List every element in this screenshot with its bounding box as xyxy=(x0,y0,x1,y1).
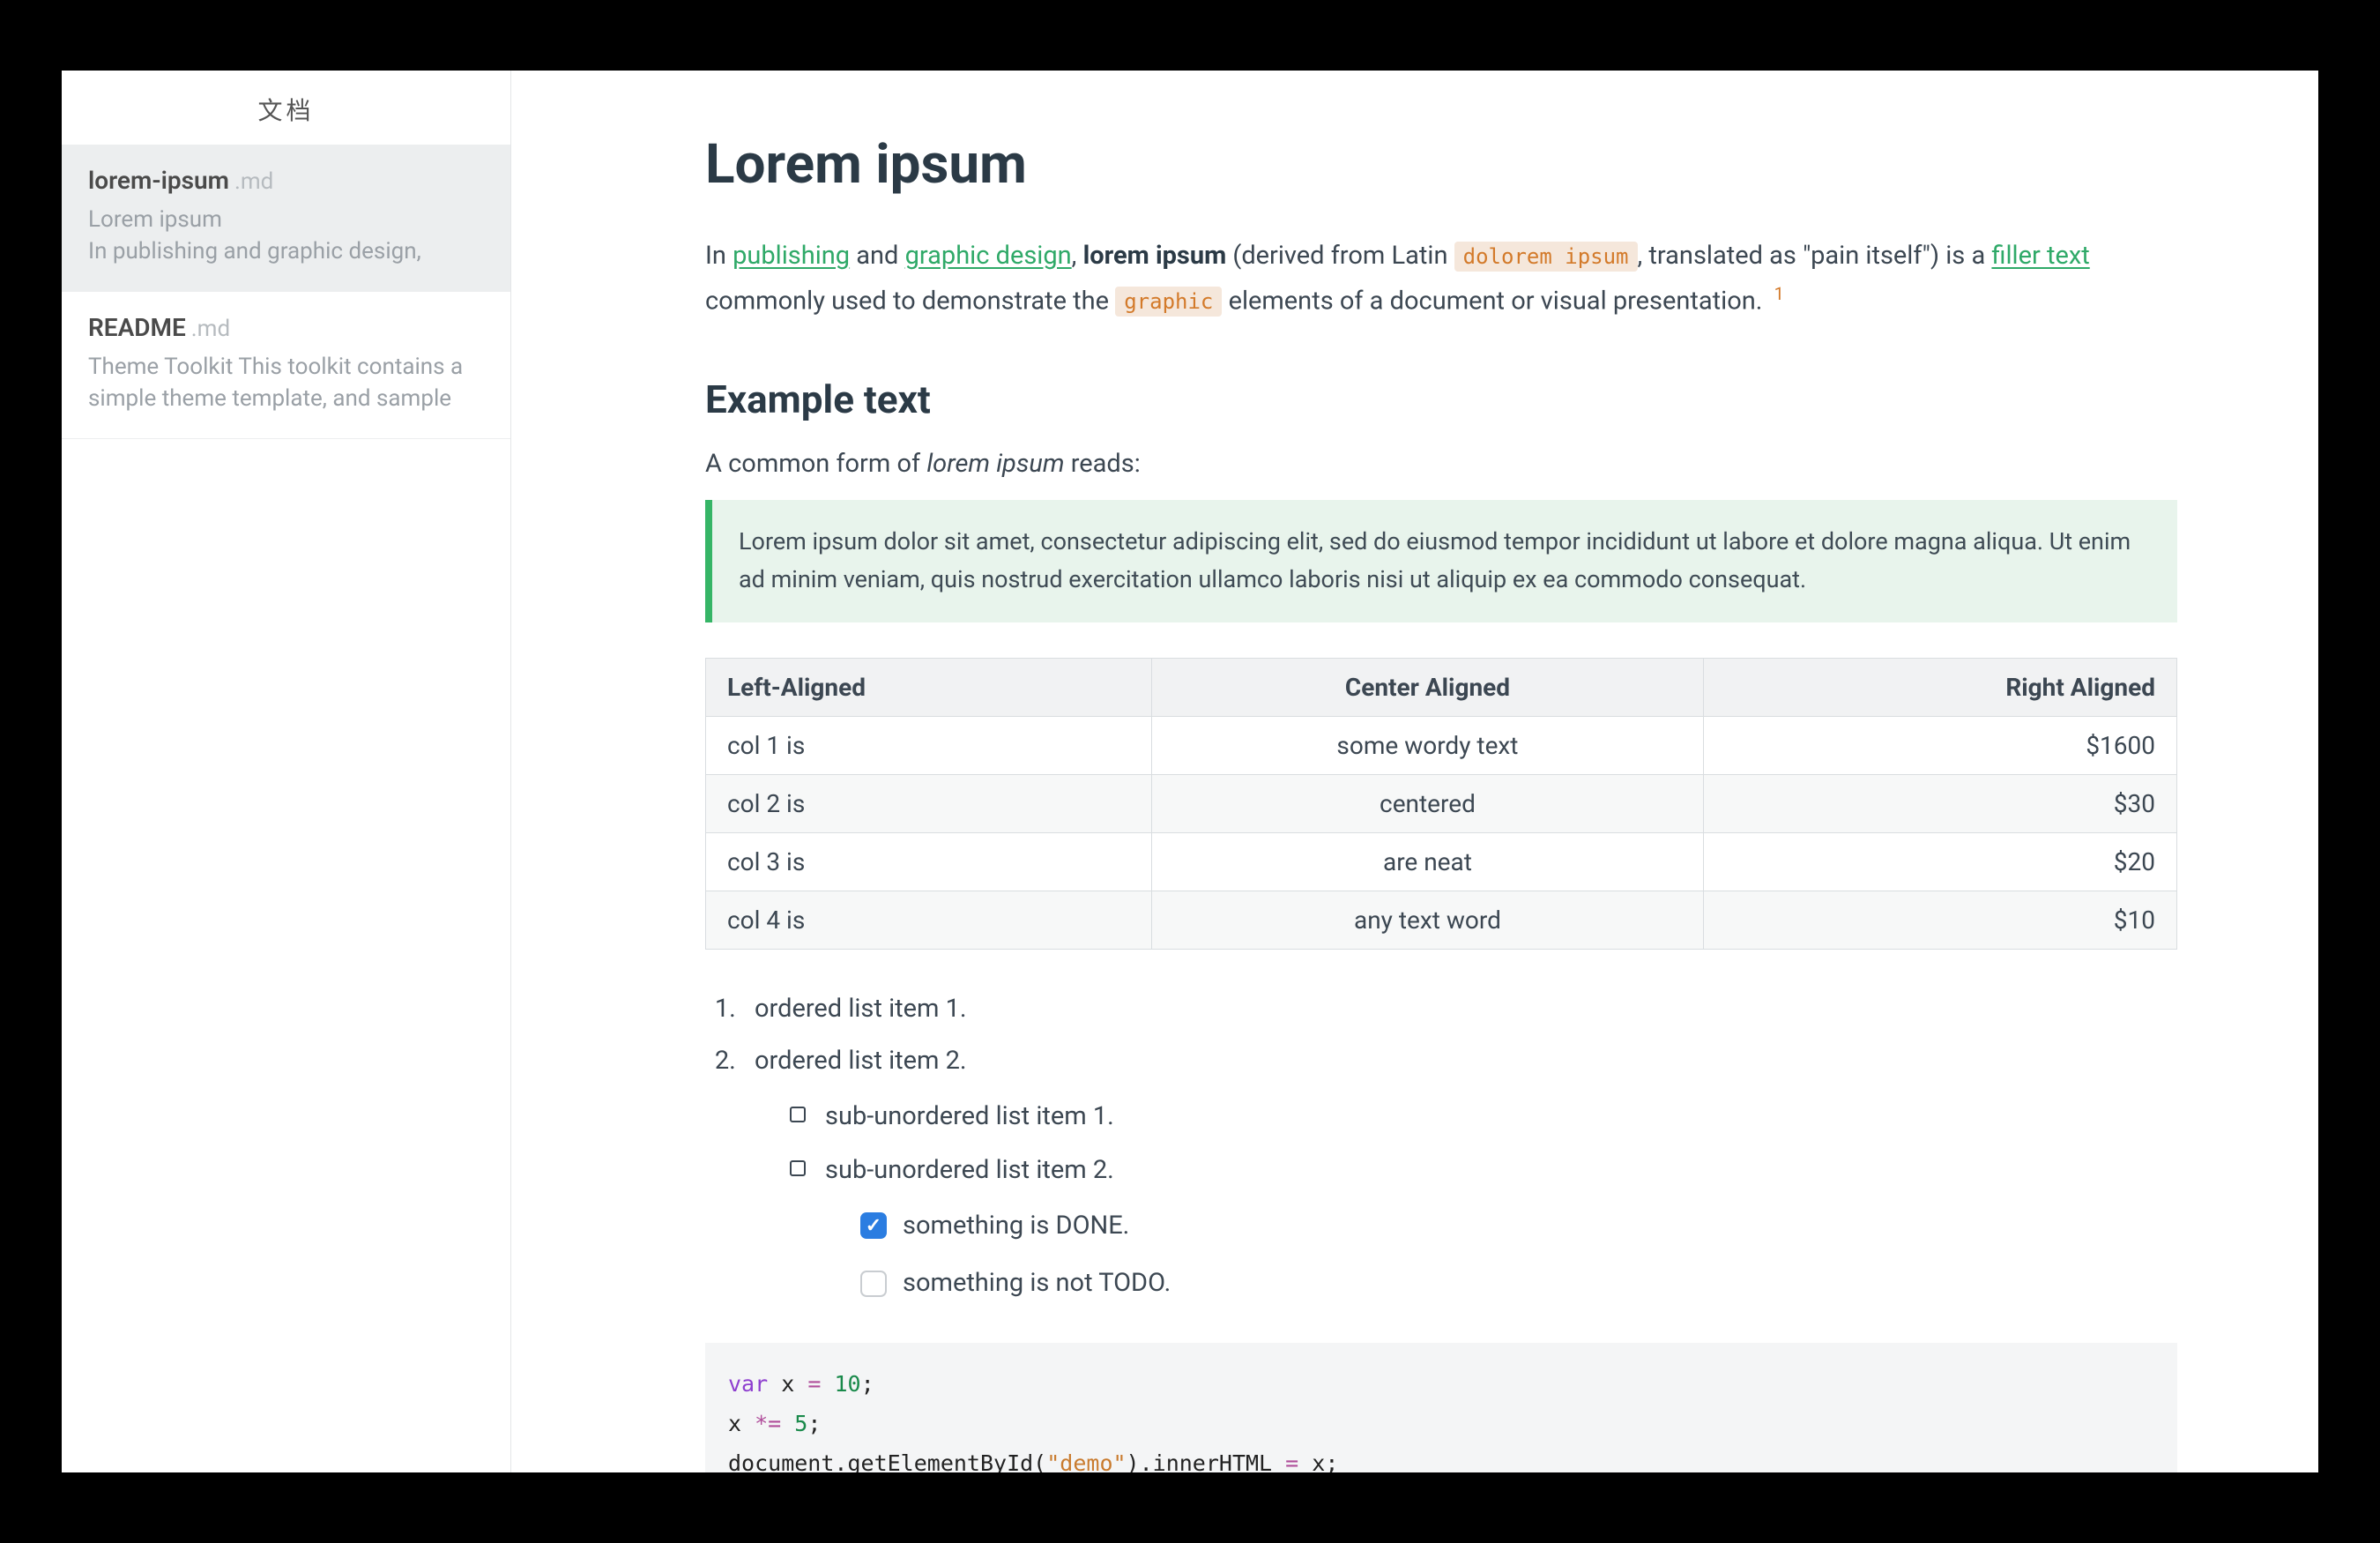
checkbox-checked-icon[interactable] xyxy=(860,1212,887,1239)
th-left: Left-Aligned xyxy=(706,658,1152,716)
link-graphic-design[interactable]: graphic design xyxy=(905,241,1072,271)
page-title: Lorem ipsum xyxy=(705,132,2177,197)
table-header-row: Left-Aligned Center Aligned Right Aligne… xyxy=(706,658,2177,716)
intro-paragraph: In publishing and graphic design, lorem … xyxy=(705,234,2177,324)
example-table: Left-Aligned Center Aligned Right Aligne… xyxy=(705,658,2177,950)
doc-item-lorem-ipsum[interactable]: lorem-ipsum .md Lorem ipsum In publishin… xyxy=(62,145,510,292)
link-filler-text[interactable]: filler text xyxy=(1991,241,2089,271)
task-label: something is not TODO. xyxy=(903,1259,1171,1308)
list-item: ordered list item 1. xyxy=(742,985,2177,1033)
sidebar-title: 文档 xyxy=(62,71,510,145)
code-graphic: graphic xyxy=(1115,287,1222,317)
table-row: col 2 is centered $30 xyxy=(706,774,2177,832)
checkbox-unchecked-icon[interactable] xyxy=(860,1271,887,1297)
th-center: Center Aligned xyxy=(1151,658,1703,716)
task-item-done: something is DONE. xyxy=(860,1202,2177,1250)
list-item: ordered list item 2. sub-unordered list … xyxy=(742,1037,2177,1308)
doc-title: README xyxy=(88,313,186,342)
table-row: col 3 is are neat $20 xyxy=(706,832,2177,891)
code-block: var x = 10; x *= 5; document.getElementB… xyxy=(705,1343,2177,1472)
section-title-example: Example text xyxy=(705,376,2177,422)
blockquote: Lorem ipsum dolor sit amet, consectetur … xyxy=(705,500,2177,622)
list-item: sub-unordered list item 2. something is … xyxy=(790,1146,2177,1308)
document-content: Lorem ipsum In publishing and graphic de… xyxy=(511,71,2318,1472)
bold-lorem-ipsum: lorem ipsum xyxy=(1083,241,1227,271)
doc-item-readme[interactable]: README .md Theme Toolkit This toolkit co… xyxy=(62,292,510,439)
task-label: something is DONE. xyxy=(903,1202,1129,1250)
sub-unordered-list: sub-unordered list item 1. sub-unordered… xyxy=(755,1092,2177,1308)
doc-extension: .md xyxy=(191,316,230,342)
table-row: col 4 is any text word $10 xyxy=(706,891,2177,949)
list-item: sub-unordered list item 1. xyxy=(790,1092,2177,1141)
doc-preview: Theme Toolkit This toolkit contains a si… xyxy=(88,351,484,415)
doc-title: lorem-ipsum xyxy=(88,166,229,195)
link-publishing[interactable]: publishing xyxy=(733,241,850,271)
doc-preview: Lorem ipsum In publishing and graphic de… xyxy=(88,204,484,268)
task-item-todo: something is not TODO. xyxy=(860,1259,2177,1308)
footnote-ref-1[interactable]: 1 xyxy=(1774,283,1784,304)
code-dolorem-ipsum: dolorem ipsum xyxy=(1454,242,1638,272)
task-list: something is DONE. something is not TODO… xyxy=(825,1202,2177,1308)
table-row: col 1 is some wordy text $1600 xyxy=(706,716,2177,774)
th-right: Right Aligned xyxy=(1704,658,2177,716)
lead-paragraph: A common form of lorem ipsum reads: xyxy=(705,449,2177,479)
doc-extension: .md xyxy=(234,168,273,195)
ordered-list: ordered list item 1. ordered list item 2… xyxy=(705,985,2177,1308)
document-list: lorem-ipsum .md Lorem ipsum In publishin… xyxy=(62,145,510,439)
sidebar: 文档 lorem-ipsum .md Lorem ipsum In publis… xyxy=(62,71,511,1472)
app-window: 文档 lorem-ipsum .md Lorem ipsum In publis… xyxy=(62,71,2318,1472)
